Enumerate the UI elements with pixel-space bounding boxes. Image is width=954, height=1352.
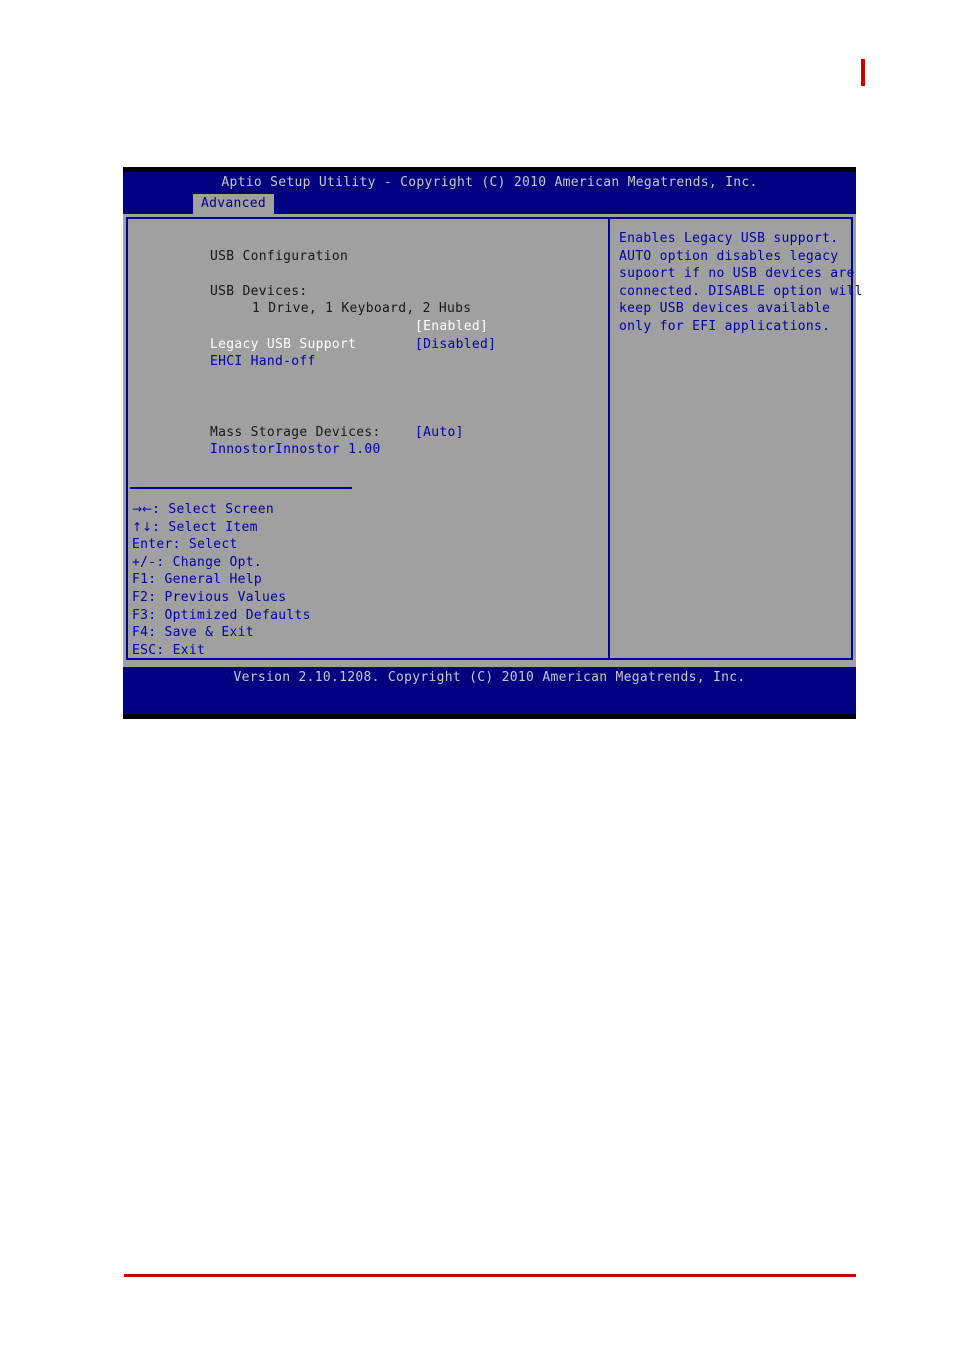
bios-menu-tab-bar: Advanced [123, 194, 856, 214]
navigation-key-legend: →←: Select Screen ↑↓: Select Item Enter:… [132, 501, 362, 659]
nav-key-label: : Previous Values [148, 589, 287, 605]
section-title: USB Configuration [210, 248, 349, 264]
help-text-line: Enables Legacy USB support. [619, 231, 839, 246]
nav-key-label: : Optimized Defaults [148, 607, 311, 623]
nav-key-name: F1 [132, 572, 149, 588]
bios-footer-bar: Version 2.10.1208. Copyright (C) 2010 Am… [123, 667, 856, 689]
nav-key-name: ESC [132, 642, 157, 658]
nav-key-label: : Select Screen [152, 502, 275, 517]
nav-key-label: : Exit [156, 642, 206, 658]
nav-key-f1-general-help: F1: General Help [132, 571, 362, 589]
page-bottom-red-rule [124, 1274, 856, 1277]
up-down-arrow-icon: ↑↓ [132, 519, 153, 534]
setting-value[interactable]: [Enabled] [415, 318, 488, 336]
mass-storage-header: Mass Storage Devices: [210, 424, 381, 440]
left-right-arrow-icon: →← [132, 502, 153, 516]
nav-key-label: : General Help [148, 572, 263, 588]
help-text-line: AUTO option disables legacy [619, 248, 839, 264]
nav-key-enter-select: Enter: Select [132, 536, 362, 554]
setting-label: InnostorInnostor 1.00 [210, 442, 381, 458]
setting-value[interactable]: [Disabled] [415, 336, 496, 354]
help-text-line: supoort if no USB devices are [619, 266, 855, 282]
usb-devices-summary: 1 Drive, 1 Keyboard, 2 Hubs [252, 301, 472, 317]
nav-key-label: : Save & Exit [148, 625, 254, 641]
nav-key-name: F3 [132, 607, 149, 623]
page-top-red-mark [861, 59, 865, 86]
bios-title-bar: Aptio Setup Utility - Copyright (C) 2010… [221, 175, 758, 190]
nav-key-name: Enter [132, 537, 173, 553]
setting-label: EHCI Hand-off [210, 354, 316, 370]
nav-key-label: : Select [172, 537, 238, 553]
screen-bottom-blue-strip [123, 689, 856, 714]
setting-row-legacy-usb-support[interactable]: Legacy USB Support [Enabled] [145, 318, 608, 352]
tab-advanced[interactable]: Advanced [193, 194, 275, 214]
help-pane: Enables Legacy USB support. AUTO option … [610, 217, 863, 660]
help-pane-horizontal-divider [130, 487, 352, 489]
screen-bottom-black-strip [123, 714, 856, 719]
nav-key-label: : Change Opt. [156, 554, 263, 570]
setting-value[interactable]: [Auto] [415, 424, 464, 442]
nav-key-f2-previous-values: F2: Previous Values [132, 589, 362, 607]
nav-key-select-item: ↑↓: Select Item [132, 519, 362, 537]
nav-key-esc-exit: ESC: Exit [132, 642, 362, 660]
bios-body-area: USB Configuration USB Devices: 1 Drive, … [123, 214, 863, 667]
help-text-line: keep USB devices available [619, 301, 831, 317]
nav-key-name: F4 [132, 625, 149, 641]
nav-key-select-screen: →←: Select Screen [132, 501, 362, 519]
bios-setup-screen: Aptio Setup Utility - Copyright (C) 2010… [123, 167, 863, 719]
help-text-line: connected. DISABLE option will [619, 283, 863, 299]
usb-devices-header: USB Devices: [210, 283, 308, 299]
help-text-line: only for EFI applications. [619, 318, 831, 334]
nav-key-f4-save-exit: F4: Save & Exit [132, 624, 362, 642]
nav-key-name: F2 [132, 589, 149, 605]
nav-key-label: : Select Item [152, 519, 258, 535]
nav-key-f3-optimized-defaults: F3: Optimized Defaults [132, 607, 362, 625]
setting-row-ehci-hand-off[interactable]: EHCI Hand-off [Disabled] [145, 336, 608, 370]
nav-key-name: +/- [132, 554, 157, 570]
nav-key-change-opt: +/-: Change Opt. [132, 554, 362, 572]
setting-row-innostor-device[interactable]: InnostorInnostor 1.00 [Auto] [145, 424, 608, 458]
